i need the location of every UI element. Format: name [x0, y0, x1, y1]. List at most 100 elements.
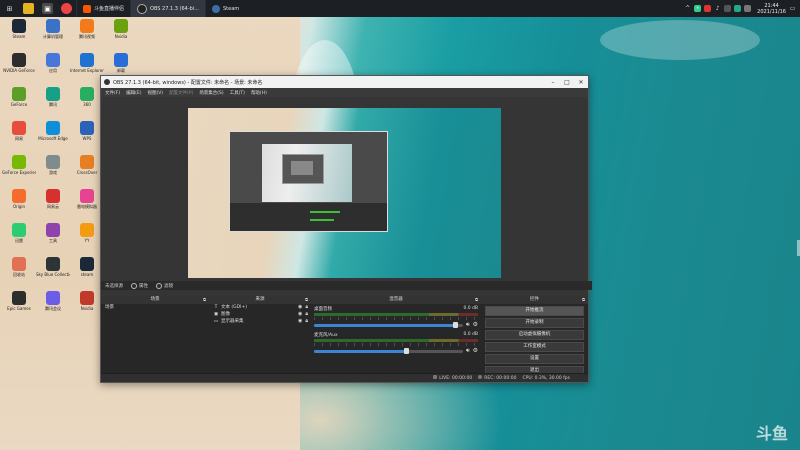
scene-item[interactable]: 场景 — [101, 304, 209, 311]
desktop-icon[interactable]: 卸载 — [104, 53, 138, 73]
desktop-icon[interactable]: CrossOver — [70, 155, 104, 175]
start-recording-button[interactable]: 开始录制 — [485, 318, 584, 328]
taskbar-clock[interactable]: 21:44 2021/11/16 — [757, 3, 786, 15]
preview-canvas[interactable] — [188, 108, 501, 278]
source-label: 显示器采集 — [221, 319, 244, 324]
menu-profile[interactable]: 配置文件(P) — [169, 90, 193, 96]
maximize-icon[interactable]: □ — [560, 79, 574, 86]
level-meter — [314, 339, 478, 342]
desktop-icon[interactable]: Origin — [2, 189, 36, 209]
desktop-icon[interactable]: Internet Explorer — [70, 53, 104, 73]
desktop-icon[interactable]: 应用 — [36, 53, 70, 73]
desktop-icon[interactable]: NVIDIA GeForce — [2, 53, 36, 73]
pin-icon[interactable]: ⧉ — [305, 296, 308, 304]
desktop-icon[interactable]: steam — [70, 257, 104, 277]
desktop-icon[interactable]: 腾讯会议 — [36, 291, 70, 311]
desktop-icon[interactable]: GeForce — [2, 87, 36, 107]
desktop-icon[interactable]: 腾讯 — [36, 87, 70, 107]
eye-icon[interactable]: ◉ — [298, 311, 302, 318]
start-streaming-button[interactable]: 开始推流 — [485, 306, 584, 316]
menu-tools[interactable]: 工具(T) — [230, 90, 245, 96]
desktop-icon[interactable]: Epic Games — [2, 291, 36, 311]
taskbar-task-steam[interactable]: Steam — [205, 0, 245, 17]
start-icon[interactable]: ⊞ — [4, 3, 15, 14]
source-label: 文本 (GDI+) — [221, 305, 247, 310]
desktop-icon[interactable]: Nvidia — [70, 291, 104, 311]
app-icon — [80, 87, 94, 101]
notification-icon[interactable]: ▭ — [789, 5, 796, 12]
close-icon[interactable]: ✕ — [574, 79, 588, 86]
speaker-icon[interactable]: ♪ — [714, 5, 721, 12]
chat-icon[interactable] — [734, 5, 742, 12]
desktop-icon[interactable]: 工具 — [36, 223, 70, 243]
lock-icon[interactable]: 🔒︎ — [305, 311, 308, 318]
battery-icon[interactable] — [744, 5, 752, 12]
desktop-icon[interactable]: Nvidia — [104, 19, 138, 39]
nested-capture-deeper — [282, 154, 324, 184]
volume-slider[interactable] — [314, 348, 463, 354]
settings-button[interactable]: 设置 — [485, 354, 584, 364]
desktop-icon[interactable]: GeForce Experience — [2, 155, 36, 175]
desktop-icon-label: Steam — [12, 34, 26, 39]
source-item[interactable]: ▭ 显示器采集 ◉ 🔒︎ — [209, 318, 311, 325]
mixer-channel: 麦克风/Aux 0.0 dB 🔊︎ ⚙ — [311, 330, 481, 356]
menu-file[interactable]: 文件(F) — [105, 90, 120, 96]
gear-icon[interactable]: ⚙ — [473, 322, 478, 328]
volume-slider[interactable] — [314, 322, 463, 328]
taskbar-task-douyu[interactable]: 斗鱼直播伴侣 — [76, 0, 130, 17]
desktop-icon[interactable]: YY — [70, 223, 104, 243]
menu-view[interactable]: 视图(V) — [147, 90, 163, 96]
desktop-icon[interactable]: 网易 — [2, 121, 36, 141]
network-icon[interactable]: • — [694, 5, 702, 12]
desktop-icon[interactable]: 游戏 — [36, 155, 70, 175]
minimize-icon[interactable]: – — [546, 79, 560, 86]
eye-icon[interactable]: ◉ — [298, 304, 302, 311]
filters-button[interactable]: 滤镜 — [156, 282, 173, 289]
desktop-icon[interactable]: 腾讯视频 — [70, 19, 104, 39]
lock-icon[interactable]: 🔒︎ — [305, 304, 308, 311]
gear-icon[interactable]: ⚙ — [473, 348, 478, 354]
shield-icon[interactable] — [704, 5, 712, 12]
preview-area[interactable] — [101, 97, 588, 300]
desktop-icon[interactable]: WPS — [70, 121, 104, 141]
pin-icon[interactable]: ⧉ — [582, 296, 585, 304]
speaker-icon[interactable]: 🔊︎ — [466, 348, 470, 354]
app-icon — [80, 223, 94, 237]
speaker-icon[interactable]: 🔊︎ — [466, 322, 470, 328]
lock-icon[interactable]: 🔒︎ — [305, 318, 308, 325]
nested-capture-inner — [262, 144, 352, 202]
desktop-icon[interactable]: 回收站 — [2, 257, 36, 277]
source-item[interactable]: T 文本 (GDI+) ◉ 🔒︎ — [209, 304, 311, 311]
start-virtual-camera-button[interactable]: 启动虚拟摄像机 — [485, 330, 584, 340]
desktop-icon-label: 腾讯 — [49, 102, 57, 107]
obs-titlebar[interactable]: OBS 27.1.3 (64-bit, windows) - 配置文件: 未命名… — [101, 76, 588, 88]
menu-edit[interactable]: 编辑(E) — [126, 90, 141, 96]
desktop-icon[interactable]: 计算机管理 — [36, 19, 70, 39]
pin-icon[interactable]: ⧉ — [475, 296, 478, 304]
folder-icon[interactable] — [23, 3, 34, 14]
eye-icon[interactable]: ◉ — [298, 318, 302, 325]
studio-mode-button[interactable]: 工作室模式 — [485, 342, 584, 352]
desktop-icon-label: 计算机管理 — [43, 34, 63, 39]
desktop-icon[interactable]: Steam — [2, 19, 36, 39]
live-time: LIVE: 00:00:00 — [439, 376, 473, 381]
store-icon[interactable]: ▣ — [42, 3, 53, 14]
app-icon — [80, 19, 94, 33]
menu-help[interactable]: 帮助(H) — [251, 90, 267, 96]
properties-button[interactable]: 属性 — [131, 282, 148, 289]
desktop-icon[interactable]: Sky Blue Collection — [36, 257, 70, 277]
desktop-icon[interactable]: Microsoft Edge — [36, 121, 70, 141]
menu-scene-collection[interactable]: 场景集合(S) — [199, 90, 223, 96]
desktop-icon[interactable]: 360 — [70, 87, 104, 107]
chrome-icon[interactable] — [61, 3, 72, 14]
desktop-icon[interactable]: 网易云 — [36, 189, 70, 209]
source-item[interactable]: ▣ 图像 ◉ 🔒︎ — [209, 311, 311, 318]
chevron-up-icon[interactable]: ^ — [684, 5, 691, 12]
desktop-icon[interactable]: 雷电模拟器 — [70, 189, 104, 209]
pin-icon[interactable]: ⧉ — [203, 296, 206, 304]
taskbar-task-obs[interactable]: OBS 27.1.3 (64-bi... — [130, 0, 205, 17]
mixer-dock: 混音器 ⧉ 桌面音频 0.0 dB 🔊︎ ⚙ 麦克风/Aux 0.0 dB 🔊︎ ⚙ — [311, 296, 482, 382]
keyboard-icon[interactable] — [724, 5, 732, 12]
desktop-icon[interactable]: 迅雷 — [2, 223, 36, 243]
app-icon — [12, 257, 26, 271]
